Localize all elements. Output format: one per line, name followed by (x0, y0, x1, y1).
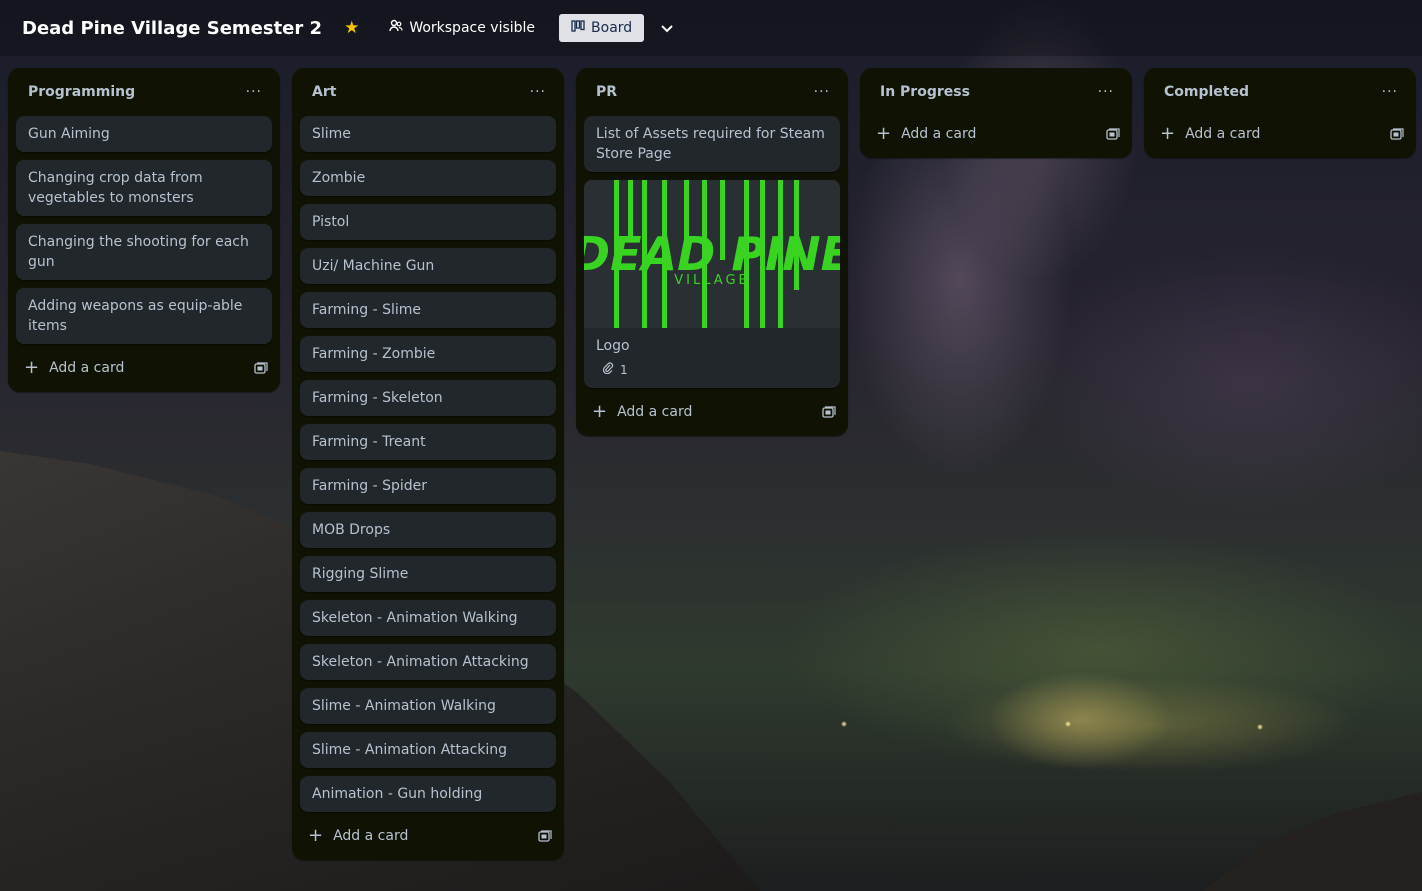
add-card-label: Add a card (1185, 126, 1261, 142)
card[interactable]: Farming - Zombie (300, 336, 556, 372)
card[interactable]: Farming - Slime (300, 292, 556, 328)
list-footer: + Add a card (576, 396, 848, 428)
board-header: Dead Pine Village Semester 2 ★ Workspace… (0, 0, 1422, 56)
card[interactable]: Gun Aiming (16, 116, 272, 152)
card-template-icon[interactable] (254, 362, 268, 374)
card[interactable]: Animation - Gun holding (300, 776, 556, 812)
list-footer: + Add a card (860, 118, 1132, 150)
card-template-icon[interactable] (1106, 128, 1120, 140)
card[interactable]: Zombie (300, 160, 556, 196)
add-card-button[interactable]: + Add a card (592, 403, 692, 421)
list-header: In Progress ··· (860, 68, 1132, 116)
workspace-visibility-label: Workspace visible (409, 20, 536, 36)
card-title: Logo (596, 338, 630, 354)
card[interactable]: Farming - Treant (300, 424, 556, 460)
board-icon (571, 20, 585, 36)
card[interactable]: Uzi/ Machine Gun (300, 248, 556, 284)
card[interactable]: Changing the shooting for each gun (16, 224, 272, 280)
list-pr: PR ··· List of Assets required for Steam… (576, 68, 848, 436)
list-title[interactable]: PR (596, 84, 617, 100)
card-template-icon[interactable] (822, 406, 836, 418)
add-card-button[interactable]: + Add a card (876, 125, 976, 143)
more-options-icon[interactable]: ··· (524, 82, 552, 102)
card[interactable]: Skeleton - Animation Walking (300, 600, 556, 636)
more-options-icon[interactable]: ··· (240, 82, 268, 102)
list-header: Completed ··· (1144, 68, 1416, 116)
more-options-icon[interactable]: ··· (1092, 82, 1120, 102)
card[interactable]: Slime - Animation Walking (300, 688, 556, 724)
card[interactable]: MOB Drops (300, 512, 556, 548)
card-list: Slime Zombie Pistol Uzi/ Machine Gun Far… (292, 116, 564, 812)
board-view-label: Board (591, 20, 633, 36)
add-card-label: Add a card (49, 360, 125, 376)
people-icon (389, 19, 403, 37)
list-completed: Completed ··· + Add a card (1144, 68, 1416, 158)
card[interactable]: Adding weapons as equip-able items (16, 288, 272, 344)
list-title[interactable]: Programming (28, 84, 135, 100)
plus-icon: + (24, 357, 40, 378)
plus-icon: + (308, 825, 324, 846)
card-body: Logo 1 (584, 328, 840, 388)
list-header: PR ··· (576, 68, 848, 116)
list-title[interactable]: Completed (1164, 84, 1249, 100)
list-footer: + Add a card (8, 352, 280, 384)
board-view-button[interactable]: Board (559, 14, 645, 42)
card[interactable]: Pistol (300, 204, 556, 240)
add-card-label: Add a card (901, 126, 977, 142)
add-card-button[interactable]: + Add a card (1160, 125, 1260, 143)
list-art: Art ··· Slime Zombie Pistol Uzi/ Machine… (292, 68, 564, 860)
list-title[interactable]: In Progress (880, 84, 970, 100)
card[interactable]: List of Assets required for Steam Store … (584, 116, 840, 172)
list-header: Programming ··· (8, 68, 280, 116)
chevron-down-icon[interactable] (652, 13, 682, 44)
add-card-label: Add a card (333, 828, 409, 844)
card-cover-image: DEAD PINE VILLAGE (584, 180, 840, 328)
card[interactable]: Slime (300, 116, 556, 152)
card[interactable]: Rigging Slime (300, 556, 556, 592)
more-options-icon[interactable]: ··· (1376, 82, 1404, 102)
card[interactable]: Skeleton - Animation Attacking (300, 644, 556, 680)
background-mountain-right (1202, 792, 1422, 891)
card[interactable]: Slime - Animation Attacking (300, 732, 556, 768)
list-footer: + Add a card (1144, 118, 1416, 150)
list-title[interactable]: Art (312, 84, 336, 100)
card-template-icon[interactable] (538, 830, 552, 842)
attachment-count: 1 (620, 363, 628, 377)
logo-sub-text: VILLAGE (674, 273, 749, 288)
plus-icon: + (876, 123, 892, 144)
add-card-label: Add a card (617, 404, 693, 420)
list-header: Art ··· (292, 68, 564, 116)
card-badges: 1 (596, 360, 828, 380)
list-in-progress: In Progress ··· + Add a card (860, 68, 1132, 158)
board-title[interactable]: Dead Pine Village Semester 2 (22, 18, 322, 39)
list-programming: Programming ··· Gun Aiming Changing crop… (8, 68, 280, 392)
card[interactable]: Farming - Skeleton (300, 380, 556, 416)
card-template-icon[interactable] (1390, 128, 1404, 140)
workspace-visibility-button[interactable]: Workspace visible (381, 13, 543, 43)
list-footer: + Add a card (292, 820, 564, 852)
star-icon[interactable]: ★ (344, 18, 359, 38)
background-city-lights (780, 712, 1420, 742)
plus-icon: + (1160, 123, 1176, 144)
card[interactable]: Changing crop data from vegetables to mo… (16, 160, 272, 216)
card-list: Gun Aiming Changing crop data from veget… (8, 116, 280, 344)
card-with-cover[interactable]: DEAD PINE VILLAGE Logo 1 (584, 180, 840, 388)
card-list: List of Assets required for Steam Store … (576, 116, 848, 388)
add-card-button[interactable]: + Add a card (24, 359, 124, 377)
plus-icon: + (592, 401, 608, 422)
paperclip-icon (602, 360, 614, 380)
more-options-icon[interactable]: ··· (808, 82, 836, 102)
card[interactable]: Farming - Spider (300, 468, 556, 504)
add-card-button[interactable]: + Add a card (308, 827, 408, 845)
